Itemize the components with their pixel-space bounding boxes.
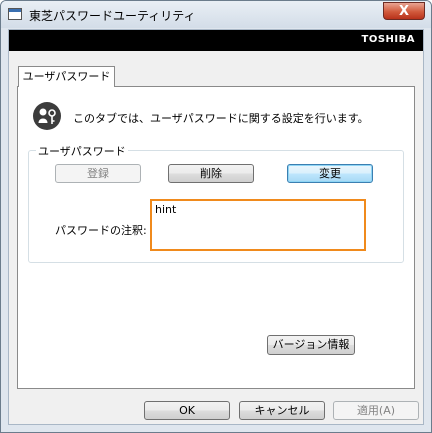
tab-user-password[interactable]: ユーザパスワード (18, 66, 115, 87)
user-key-icon (33, 102, 61, 130)
apply-button[interactable]: 適用(A) (333, 401, 419, 420)
password-note-value: hint (155, 203, 177, 216)
dialog-client-area: TOSHIBA ユーザパスワード このタブでは、ユーザパスワードに関する設定を行… (8, 29, 424, 425)
tab-description: このタブでは、ユーザパスワードに関する設定を行います。 (73, 112, 369, 125)
title-bar[interactable]: 東芝パスワードユーティリティ X (1, 1, 431, 28)
version-info-button[interactable]: バージョン情報 (267, 335, 355, 355)
window-title: 東芝パスワードユーティリティ (29, 9, 196, 23)
password-utility-window: 東芝パスワードユーティリティ X TOSHIBA ユーザパスワード このタブでは… (0, 0, 432, 433)
toshiba-logo: TOSHIBA (361, 34, 415, 45)
tab-panel: このタブでは、ユーザパスワードに関する設定を行います。 ユーザパスワード 登録 … (17, 86, 415, 389)
change-button[interactable]: 変更 (287, 164, 373, 183)
user-password-group: ユーザパスワード 登録 削除 変更 パスワードの注釈: hint (28, 143, 404, 263)
close-icon: X (398, 4, 410, 19)
password-note-field[interactable]: hint (150, 199, 366, 251)
tab-label: ユーザパスワード (22, 70, 111, 83)
password-note-label: パスワードの注釈: (55, 224, 147, 237)
group-label: ユーザパスワード (36, 143, 128, 159)
close-button[interactable]: X (383, 2, 425, 20)
toshiba-banner: TOSHIBA (9, 30, 423, 51)
cancel-button[interactable]: キャンセル (239, 401, 325, 420)
register-button[interactable]: 登録 (55, 164, 141, 183)
app-icon (8, 8, 22, 20)
ok-button[interactable]: OK (144, 401, 230, 420)
delete-button[interactable]: 削除 (168, 164, 254, 183)
